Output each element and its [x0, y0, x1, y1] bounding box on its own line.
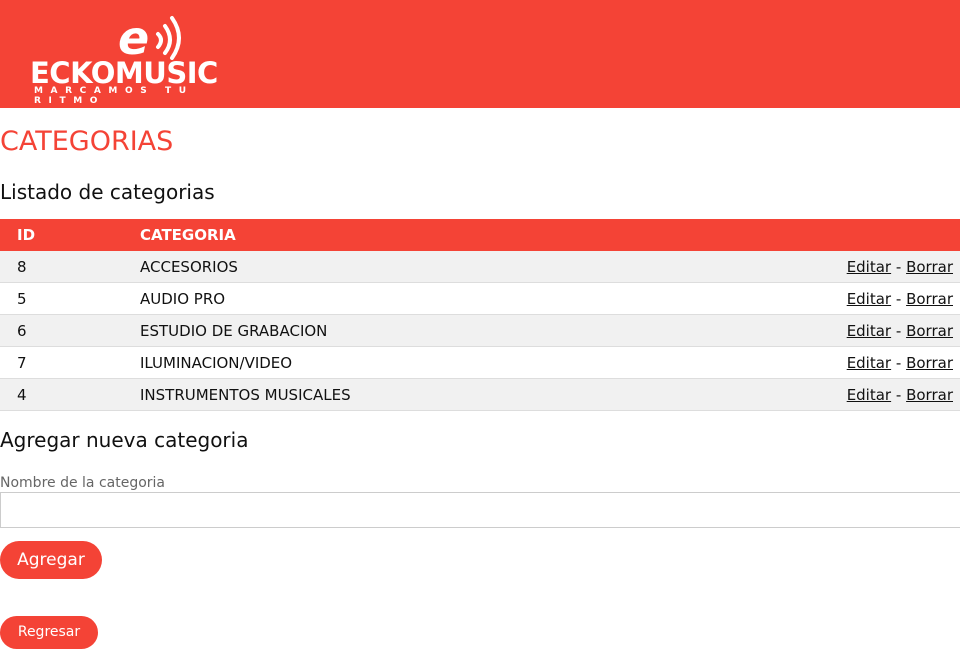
add-section-title: Agregar nueva categoria: [0, 428, 249, 452]
category-actions-cell: Editar - Borrar: [673, 314, 960, 347]
category-id-cell: 7: [0, 346, 140, 379]
table-row: 8 ACCESORIOS Editar - Borrar: [0, 251, 960, 283]
brand-name: ECKOMUSIC: [30, 56, 218, 90]
e-sound-waves-icon: e: [118, 14, 181, 60]
edit-link[interactable]: Editar: [847, 386, 891, 404]
delete-link[interactable]: Borrar: [906, 386, 953, 404]
list-section-title: Listado de categorias: [0, 180, 215, 204]
action-separator: -: [895, 289, 902, 308]
edit-link[interactable]: Editar: [847, 322, 891, 340]
add-category-button[interactable]: Agregar: [0, 541, 102, 579]
category-actions-cell: Editar - Borrar: [673, 251, 960, 283]
category-name-label: Nombre de la categoria: [0, 475, 165, 491]
brand-tagline: MARCAMOS TU RITMO: [34, 86, 194, 106]
category-actions-cell: Editar - Borrar: [673, 346, 960, 379]
category-name-input[interactable]: [0, 492, 960, 528]
category-id-cell: 8: [0, 251, 140, 283]
action-separator: -: [895, 321, 902, 340]
category-id-cell: 5: [0, 282, 140, 315]
category-name-cell: ACCESORIOS: [140, 251, 674, 283]
action-separator: -: [895, 385, 902, 404]
table-row: 7 ILUMINACION/VIDEO Editar - Borrar: [0, 346, 960, 379]
action-separator: -: [895, 353, 902, 372]
svg-text:e: e: [118, 14, 149, 60]
category-actions-cell: Editar - Borrar: [673, 282, 960, 315]
category-id-cell: 6: [0, 314, 140, 347]
table-row: 6 ESTUDIO DE GRABACION Editar - Borrar: [0, 314, 960, 347]
delete-link[interactable]: Borrar: [906, 258, 953, 276]
category-name-cell: INSTRUMENTOS MUSICALES: [140, 378, 674, 411]
edit-link[interactable]: Editar: [847, 354, 891, 372]
categories-table: ID CATEGORIA 8 ACCESORIOS Editar - Borrar 5…: [0, 219, 960, 411]
category-actions-cell: Editar - Borrar: [673, 378, 960, 411]
delete-link[interactable]: Borrar: [906, 322, 953, 340]
site-header: e ECKOMUSIC MARCAMOS TU RITMO: [0, 0, 960, 108]
back-button[interactable]: Regresar: [0, 616, 98, 649]
column-header-categoria: CATEGORIA: [140, 219, 674, 251]
action-separator: -: [895, 257, 902, 276]
delete-link[interactable]: Borrar: [906, 354, 953, 372]
table-row: 4 INSTRUMENTOS MUSICALES Editar - Borrar: [0, 378, 960, 411]
edit-link[interactable]: Editar: [847, 290, 891, 308]
column-header-id: ID: [0, 219, 140, 251]
page-title: CATEGORIAS: [0, 126, 174, 157]
category-id-cell: 4: [0, 378, 140, 411]
edit-link[interactable]: Editar: [847, 258, 891, 276]
table-row: 5 AUDIO PRO Editar - Borrar: [0, 282, 960, 315]
table-header-row: ID CATEGORIA: [0, 219, 960, 251]
category-name-cell: ESTUDIO DE GRABACION: [140, 314, 674, 347]
delete-link[interactable]: Borrar: [906, 290, 953, 308]
category-name-cell: AUDIO PRO: [140, 282, 674, 315]
column-header-actions: [673, 219, 960, 251]
brand-logo[interactable]: e ECKOMUSIC MARCAMOS TU RITMO: [30, 14, 260, 106]
category-name-cell: ILUMINACION/VIDEO: [140, 346, 674, 379]
